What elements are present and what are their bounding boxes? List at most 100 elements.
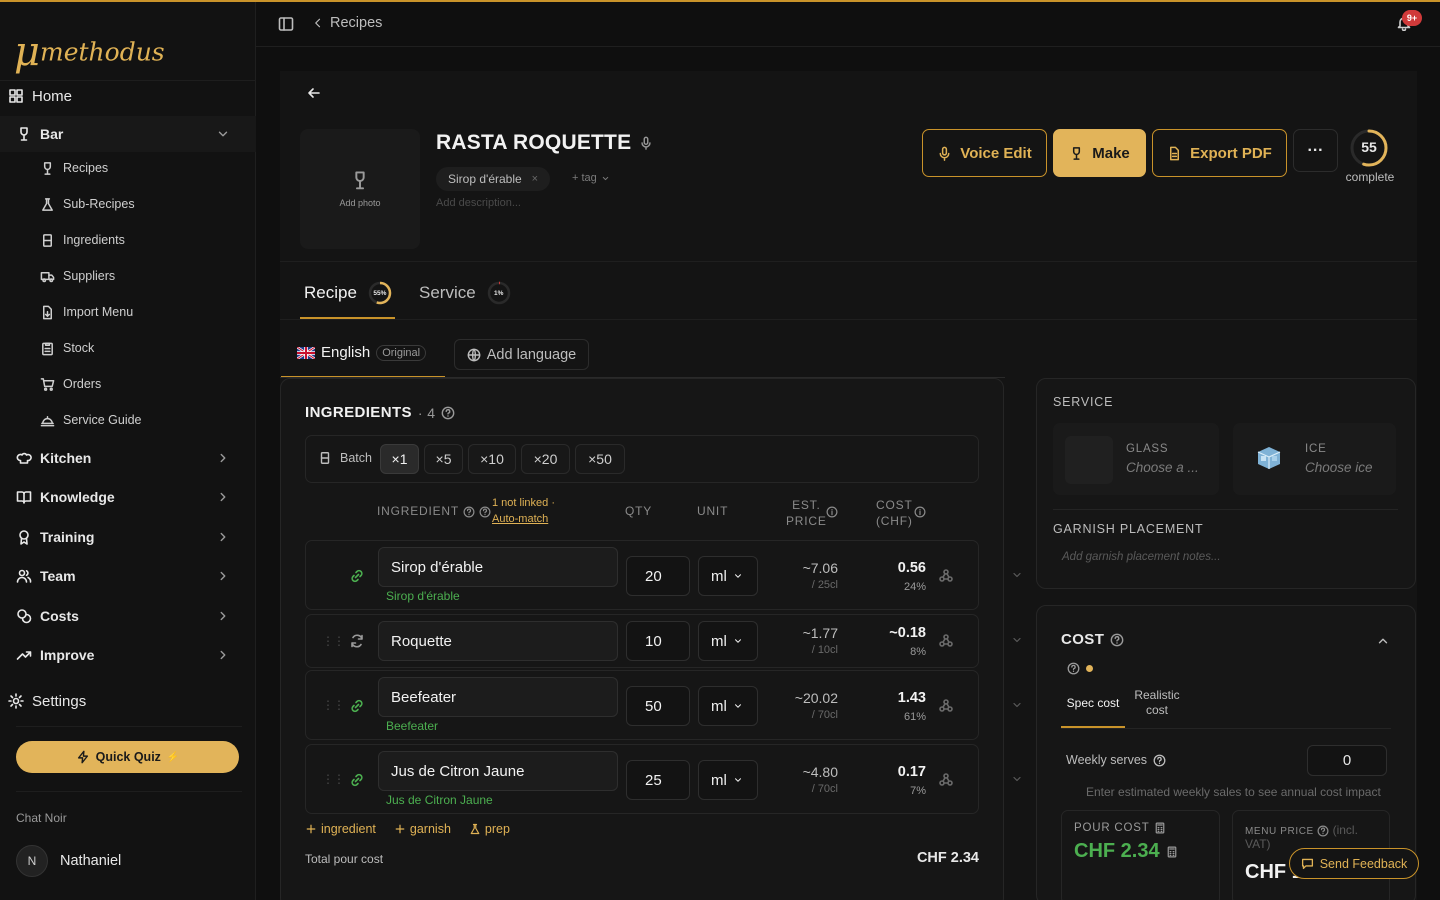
nav-settings[interactable]: Settings — [0, 683, 256, 719]
link-icon[interactable] — [349, 698, 365, 714]
help-circle-icon[interactable] — [1153, 754, 1166, 767]
sidebar-item-suppliers[interactable]: Suppliers — [0, 259, 256, 293]
logo[interactable]: μmethodus — [14, 32, 165, 72]
nav-bar[interactable]: Bar — [0, 116, 256, 152]
nav-improve[interactable]: Improve — [0, 637, 256, 673]
nav-home-label: Home — [32, 87, 73, 105]
tag-remove-icon[interactable]: × — [532, 173, 538, 185]
total-pour-cost-label: Total pour cost — [305, 852, 384, 866]
ingredient-name-input[interactable]: Beefeater — [378, 677, 618, 717]
molecule-icon[interactable] — [938, 568, 954, 584]
refresh-link-icon[interactable] — [349, 633, 365, 649]
sidebar-item-recipes[interactable]: Recipes — [0, 151, 256, 185]
link-icon[interactable] — [349, 772, 365, 788]
ingredient-name-input[interactable]: Roquette — [378, 621, 618, 661]
help-circle-icon[interactable] — [1067, 662, 1080, 675]
drag-handle-icon[interactable]: ⋮⋮ — [322, 634, 345, 648]
tag-chip[interactable]: Sirop d'érable × — [436, 167, 551, 191]
export-pdf-button[interactable]: Export PDF — [1152, 129, 1287, 177]
add-tag-button[interactable]: + tag — [572, 172, 610, 184]
back-arrow-icon[interactable] — [306, 85, 322, 101]
help-circle-icon[interactable] — [1110, 633, 1124, 647]
nav-team[interactable]: Team — [0, 558, 256, 594]
more-options-button[interactable]: ··· — [1293, 129, 1338, 172]
link-icon[interactable] — [349, 568, 365, 584]
linked-ingredient-name[interactable]: Beefeater — [386, 719, 438, 733]
user-profile[interactable]: N Nathaniel — [16, 845, 121, 877]
batch-x50-button[interactable]: ×50 — [575, 444, 625, 474]
nav-costs[interactable]: Costs — [0, 598, 256, 634]
ingredient-name-input[interactable]: Jus de Citron Jaune — [378, 751, 618, 791]
add-language-button[interactable]: Add language — [454, 339, 589, 370]
tab-recipe[interactable]: Recipe 55% — [304, 280, 393, 306]
linked-ingredient-name[interactable]: Sirop d'érable — [386, 589, 460, 603]
unit-select[interactable]: ml — [698, 686, 758, 726]
help-circle-icon[interactable] — [1317, 825, 1329, 837]
molecule-icon[interactable] — [938, 698, 954, 714]
molecule-icon[interactable] — [938, 772, 954, 788]
add-description-field[interactable]: Add description... — [436, 197, 521, 209]
help-circle-icon[interactable] — [479, 506, 491, 518]
cost-percentage: 7% — [910, 785, 926, 797]
batch-x5-button[interactable]: ×5 — [424, 444, 463, 474]
add-item-links: ingredient garnish prep — [305, 822, 510, 836]
quantity-input[interactable]: 50 — [626, 686, 690, 726]
garnish-placement-input[interactable]: Add garnish placement notes... — [1062, 551, 1221, 563]
chevron-down-icon[interactable] — [1011, 634, 1023, 646]
quick-quiz-button[interactable]: Quick Quiz ⚡ — [16, 741, 239, 773]
ingredient-name-input[interactable]: Sirop d'érable — [378, 547, 618, 587]
language-english[interactable]: English Original — [297, 344, 427, 361]
batch-x10-button[interactable]: ×10 — [468, 444, 516, 474]
quantity-input[interactable]: 10 — [626, 621, 690, 661]
help-circle-icon[interactable] — [463, 506, 475, 518]
nav-training[interactable]: Training — [0, 519, 256, 555]
quantity-input[interactable]: 20 — [626, 556, 690, 596]
voice-edit-button[interactable]: Voice Edit — [922, 129, 1047, 177]
auto-match-link[interactable]: Auto-match — [492, 513, 548, 525]
nav-home[interactable]: Home — [0, 78, 256, 114]
tab-service[interactable]: Service 1% — [419, 280, 512, 306]
sidebar-item-orders[interactable]: Orders — [0, 367, 256, 401]
chevron-down-icon[interactable] — [1011, 569, 1023, 581]
tab-realistic-cost[interactable]: Realistic cost — [1127, 688, 1187, 718]
help-circle-icon[interactable] — [441, 406, 455, 420]
batch-x20-button[interactable]: ×20 — [521, 444, 570, 474]
info-icon[interactable] — [914, 506, 926, 518]
drag-handle-icon[interactable]: ⋮⋮ — [322, 698, 345, 712]
send-feedback-button[interactable]: Send Feedback — [1289, 848, 1419, 879]
nav-kitchen[interactable]: Kitchen — [0, 440, 256, 476]
weekly-serves-input[interactable]: 0 — [1307, 745, 1387, 776]
make-button[interactable]: Make — [1053, 129, 1146, 177]
chevron-right-icon — [220, 650, 226, 660]
add-garnish-link[interactable]: garnish — [394, 822, 451, 836]
glass-value: Choose a ... — [1126, 460, 1199, 475]
chevron-up-icon[interactable] — [1376, 634, 1390, 648]
sidebar-item-ingredients[interactable]: Ingredients — [0, 223, 256, 257]
drag-handle-icon[interactable]: ⋮⋮ — [322, 772, 345, 786]
sidebar-toggle-icon[interactable] — [278, 16, 294, 32]
tab-spec-cost[interactable]: Spec cost — [1061, 696, 1125, 711]
unit-select[interactable]: ml — [698, 556, 758, 596]
calculator-icon[interactable] — [1166, 845, 1178, 859]
nav-knowledge[interactable]: Knowledge — [0, 479, 256, 515]
microphone-icon[interactable] — [639, 136, 653, 150]
recipe-title[interactable]: RASTA ROQUETTE — [436, 131, 653, 155]
add-photo-label: Add photo — [339, 198, 381, 208]
add-photo-button[interactable]: Add photo — [300, 129, 420, 249]
linked-ingredient-name[interactable]: Jus de Citron Jaune — [386, 793, 493, 807]
sidebar-item-service-guide[interactable]: Service Guide — [0, 403, 256, 437]
add-prep-link[interactable]: prep — [469, 822, 510, 836]
sidebar-item-stock[interactable]: Stock — [0, 331, 256, 365]
sidebar-item-import-menu[interactable]: Import Menu — [0, 295, 256, 329]
batch-x1-button[interactable]: ×1 — [380, 444, 419, 474]
unit-select[interactable]: ml — [698, 760, 758, 800]
chevron-down-icon[interactable] — [1011, 773, 1023, 785]
add-ingredient-link[interactable]: ingredient — [305, 822, 376, 836]
sidebar-item-sub-recipes[interactable]: Sub-Recipes — [0, 187, 256, 221]
breadcrumb[interactable]: Recipes — [312, 15, 382, 31]
molecule-icon[interactable] — [938, 633, 954, 649]
info-icon[interactable] — [826, 506, 838, 518]
quantity-input[interactable]: 25 — [626, 760, 690, 800]
chevron-down-icon[interactable] — [1011, 699, 1023, 711]
unit-select[interactable]: ml — [698, 621, 758, 661]
